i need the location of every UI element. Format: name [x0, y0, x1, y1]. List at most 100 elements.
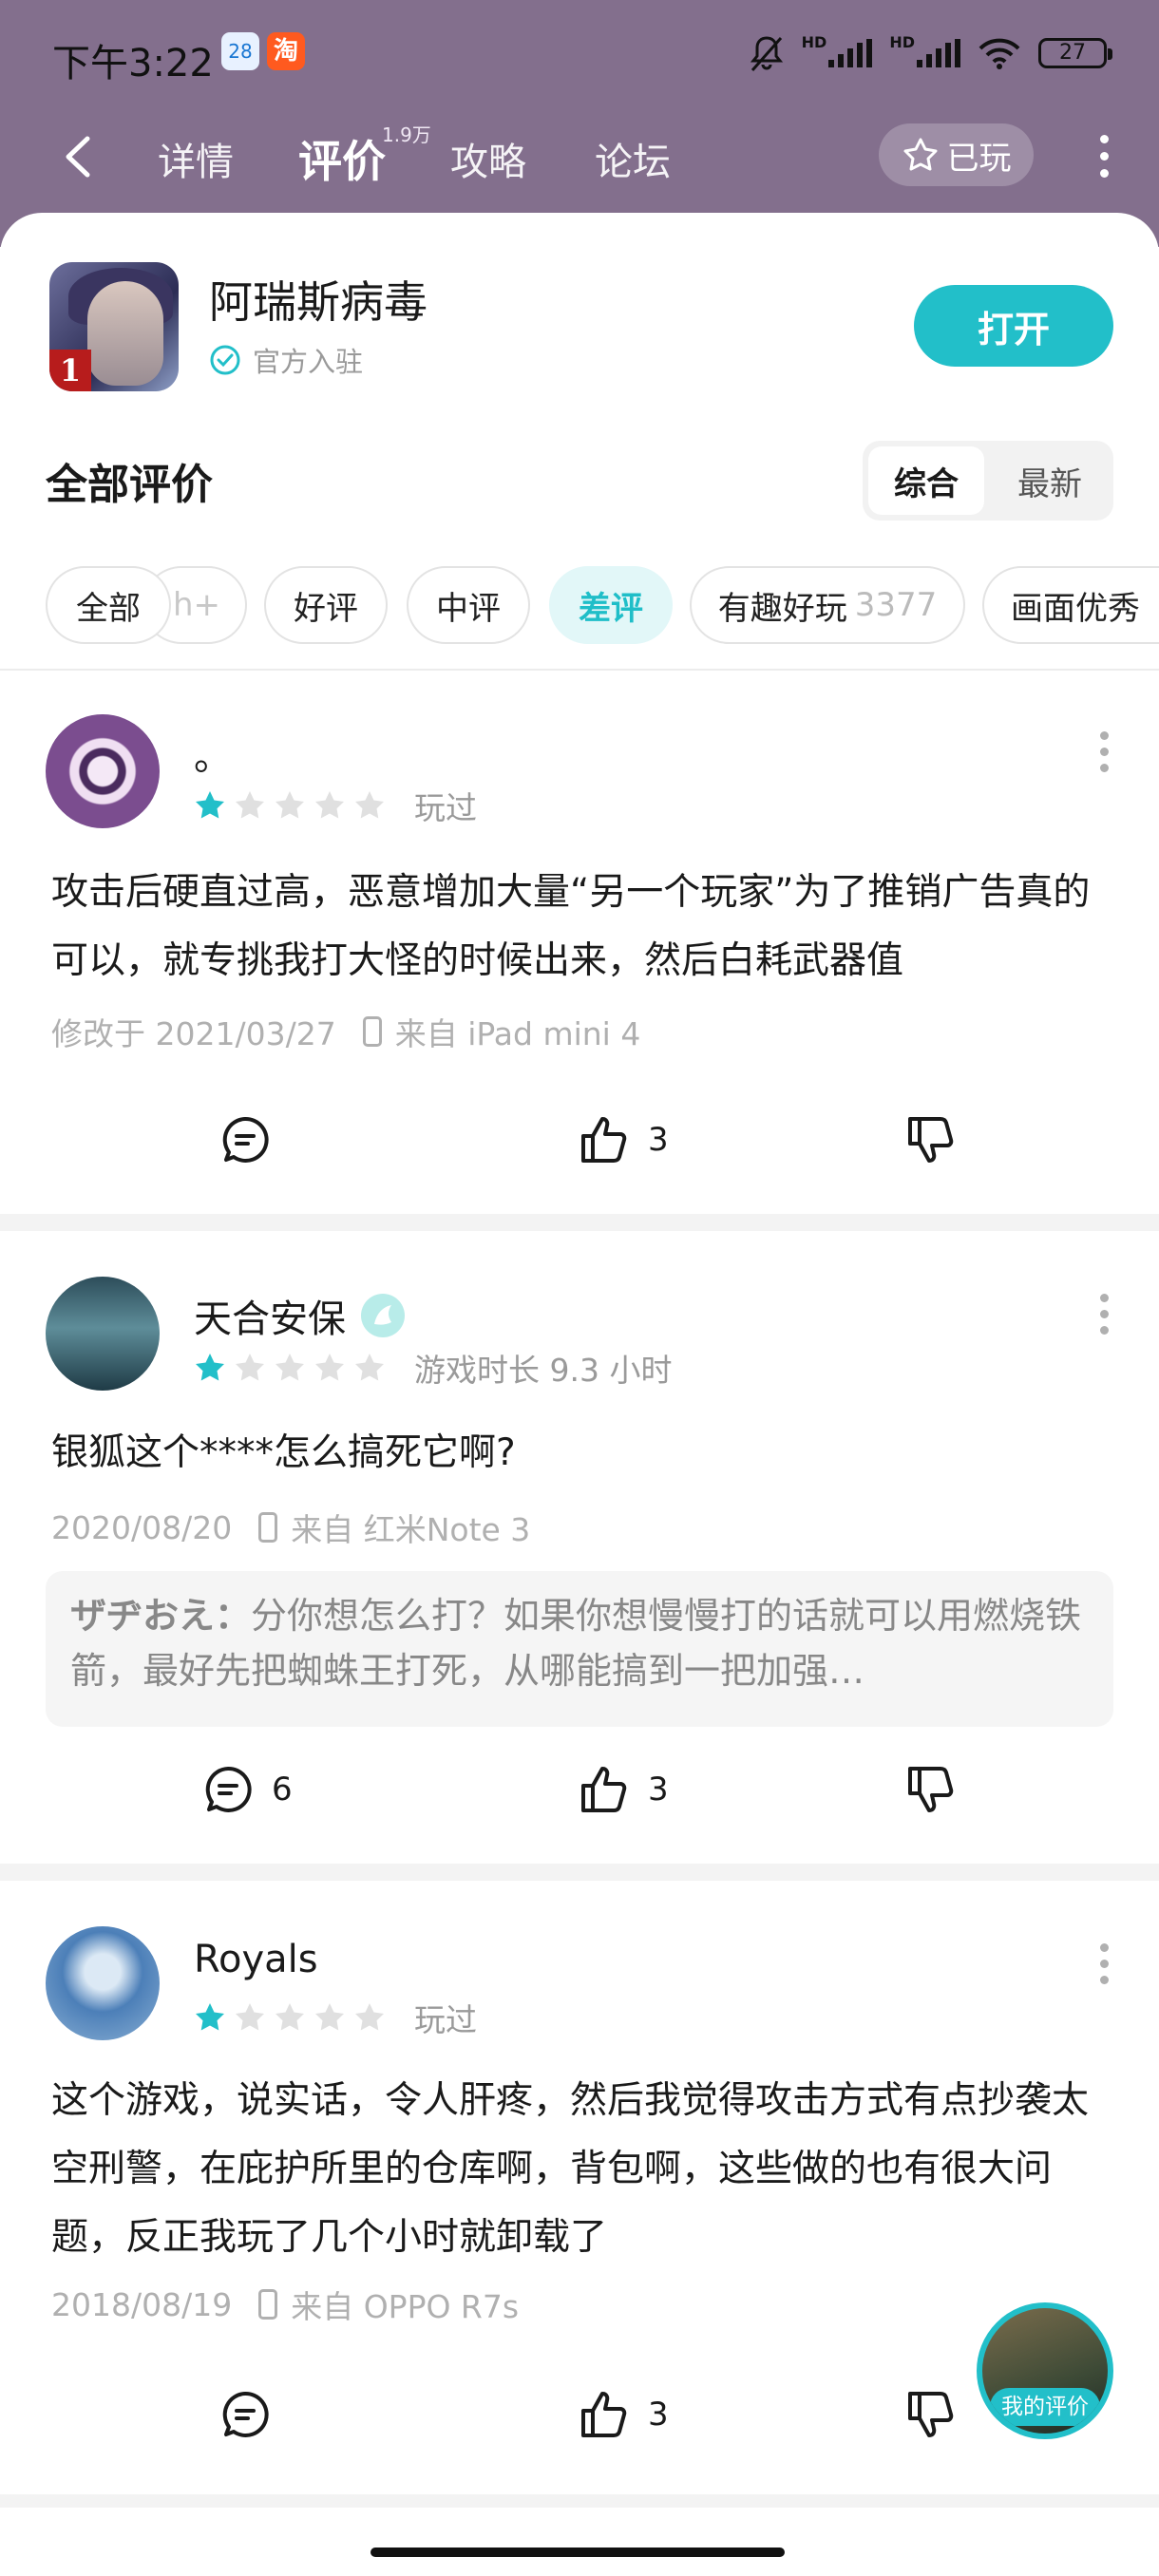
like-button[interactable]: 3 [578, 1763, 669, 1816]
star-empty-icon [276, 1354, 304, 1381]
sort-overall[interactable]: 综合 [868, 446, 984, 515]
more-icon[interactable] [1100, 135, 1110, 179]
thumbs-up-icon [581, 1767, 627, 1812]
star-empty-icon [276, 791, 304, 819]
reply-user: ザヂおえ： [70, 1595, 252, 1637]
divider [0, 669, 1159, 671]
review-card: Royals 玩过 这个游戏，说实话，令人肝疼，然后我觉得攻击方式有点抄袭太空刑… [0, 1926, 1159, 2515]
status-right: HD HD 27 [749, 33, 1112, 72]
review-text[interactable]: 银狐这个****怎么搞死它啊? [51, 1419, 1106, 1487]
username[interactable]: Royals [194, 1938, 318, 1981]
game-name[interactable]: 阿瑞斯病毒 [209, 268, 428, 331]
played-button[interactable]: 已玩 [879, 123, 1034, 186]
star-empty-icon [315, 2003, 344, 2031]
game-info: 1 阿瑞斯病毒 官方入驻 打开 [49, 262, 1113, 395]
more-icon[interactable] [1100, 1943, 1110, 1992]
filter-chip-negative[interactable]: 差评 [549, 566, 673, 644]
comment-count: 6 [272, 1771, 293, 1809]
username-text: 天合安保 [194, 1297, 346, 1341]
review-meta: 2018/08/19 来自 OPPO R7s [51, 2282, 519, 2327]
separator [0, 1864, 1159, 1881]
tab-reviews[interactable]: 评价 [298, 127, 386, 190]
top-nav: 详情 评价 1.9万 攻略 论坛 已玩 [0, 114, 1159, 199]
tab-forum[interactable]: 论坛 [595, 131, 671, 186]
filter-chip-all[interactable]: 全部 [46, 566, 171, 644]
comment-icon [222, 2391, 269, 2437]
comment-icon [222, 1116, 269, 1163]
status-time: 下午3:22 [52, 42, 214, 85]
like-button[interactable]: 3 [578, 1113, 669, 1166]
star-filled-icon [196, 2003, 224, 2031]
star-filled-icon [196, 791, 224, 819]
filter-chip-fun-label: 有趣好玩 [717, 589, 847, 628]
sort-toggle: 综合 最新 [863, 441, 1113, 521]
header-bar: 下午3:22 28 淘 HD HD 27 详情 评价 1.9万 攻略 论坛 已玩 [0, 0, 1159, 247]
star-rating: 游戏时长 9.3 小时 [194, 1345, 672, 1391]
star-empty-icon [276, 2003, 304, 2031]
filter-chip-graphics[interactable]: 画面优秀 [982, 566, 1159, 644]
dislike-button[interactable] [904, 2388, 958, 2441]
my-review-button[interactable]: 我的评价 [977, 2302, 1113, 2439]
review-actions: 3 [0, 1113, 1159, 1180]
comment-icon [205, 1766, 252, 1812]
like-count: 3 [648, 1121, 669, 1159]
review-card: 天合安保 游戏时长 9.3 小时 银狐这个****怎么搞死它啊? 2020/08… [0, 1277, 1159, 1847]
avatar[interactable] [46, 714, 160, 828]
filter-chip-positive-label: 好评 [294, 589, 358, 628]
review-meta: 修改于 2021/03/27 来自 iPad mini 4 [51, 1009, 640, 1054]
username-text: Royals [194, 1938, 318, 1981]
play-status: 玩过 [414, 2001, 477, 2038]
star-empty-icon [315, 791, 344, 819]
like-count: 3 [648, 1771, 669, 1809]
star-empty-icon [355, 1354, 384, 1381]
comment-button[interactable] [218, 2388, 272, 2441]
tab-details[interactable]: 详情 [158, 131, 234, 186]
review-card: 。 玩过 攻击后硬直过高，恶意增加大量“另一个玩家”为了推销广告真的可以，就专挑… [0, 714, 1159, 1208]
review-date: 2020/08/20 [51, 1508, 233, 1546]
signal-icon [828, 39, 873, 67]
verified-badge-icon [361, 1294, 405, 1337]
filter-chip-fun-count: 3377 [854, 586, 938, 624]
more-icon[interactable] [1100, 1294, 1110, 1342]
bell-mute-icon [750, 36, 783, 71]
filter-chip-negative-label: 差评 [579, 589, 643, 628]
filter-chip-neutral[interactable]: 中评 [407, 566, 530, 644]
review-text[interactable]: 攻击后硬直过高，恶意增加大量“另一个玩家”为了推销广告真的可以，就专挑我打大怪的… [51, 859, 1106, 995]
back-arrow-icon[interactable] [59, 133, 101, 180]
phone-icon [362, 1016, 382, 1047]
my-review-label: 我的评价 [990, 2388, 1100, 2426]
star-rating: 玩过 [194, 783, 477, 828]
username[interactable]: 天合安保 [194, 1288, 407, 1343]
game-icon[interactable]: 1 [49, 262, 179, 391]
sort-latest[interactable]: 最新 [992, 446, 1108, 515]
filter-chip-positive[interactable]: 好评 [264, 566, 388, 644]
filter-chip-graphics-label: 画面优秀 [1011, 589, 1140, 628]
all-reviews-title: 全部评价 [46, 461, 213, 509]
more-icon[interactable] [1100, 731, 1110, 780]
avatar[interactable] [46, 1277, 160, 1391]
open-button[interactable]: 打开 [914, 285, 1113, 367]
star-empty-icon [355, 791, 384, 819]
reply-preview[interactable]: ザヂおえ：分你想怎么打？如果你想慢慢打的话就可以用燃烧铁箭，最好先把蜘蛛王打死，… [46, 1571, 1113, 1727]
played-label: 已玩 [946, 139, 1012, 178]
home-indicator[interactable] [370, 2548, 785, 2557]
avatar[interactable] [46, 1926, 160, 2040]
username[interactable]: 。 [194, 726, 232, 781]
official-label: 官方入驻 [253, 346, 364, 378]
filter-chip-fun[interactable]: 有趣好玩 3377 [690, 566, 965, 644]
review-device: 来自 iPad mini 4 [394, 1015, 641, 1052]
dislike-button[interactable] [904, 1113, 958, 1166]
comment-button[interactable]: 6 [201, 1763, 293, 1816]
star-filled-icon [196, 1354, 224, 1381]
comment-button[interactable] [218, 1113, 272, 1166]
star-rating: 玩过 [194, 1995, 477, 2040]
filter-chip-neutral-label: 中评 [436, 589, 501, 628]
like-button[interactable]: 3 [578, 2388, 669, 2441]
like-count: 3 [648, 2396, 669, 2434]
review-text[interactable]: 这个游戏，说实话，令人肝疼，然后我觉得攻击方式有点抄袭太空刑警，在庇护所里的仓库… [51, 2067, 1106, 2272]
filter-chip-all-label: 全部 [76, 589, 141, 628]
tab-guides[interactable]: 攻略 [450, 131, 526, 186]
check-circle-icon [210, 345, 240, 375]
dislike-button[interactable] [904, 1763, 958, 1816]
star-empty-icon [315, 1354, 344, 1381]
